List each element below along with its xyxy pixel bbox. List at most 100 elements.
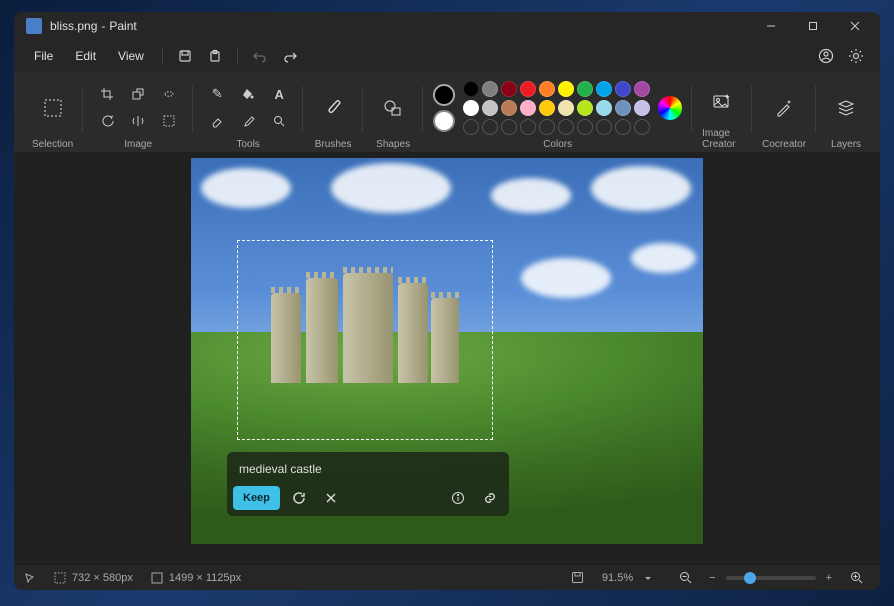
info-icon[interactable] (445, 486, 471, 510)
zoom-out-icon[interactable] (671, 566, 699, 590)
flip-icon[interactable] (124, 109, 152, 133)
colors-group: Colors (423, 78, 692, 150)
color-swatch[interactable] (482, 100, 498, 116)
image-size: 1499 × 1125px (151, 572, 241, 584)
paste-icon[interactable] (201, 42, 229, 70)
text-icon[interactable]: A (265, 82, 293, 106)
zoom-level: 91.5% (602, 572, 653, 584)
maximize-button[interactable] (792, 12, 834, 40)
canvas-area[interactable]: Keep (14, 152, 880, 564)
color-swatch[interactable] (463, 100, 479, 116)
colors-label: Colors (543, 139, 572, 150)
freeform-select-icon[interactable] (155, 82, 183, 106)
custom-color-slot[interactable] (615, 119, 631, 135)
secondary-color[interactable] (433, 110, 455, 132)
layers-label: Layers (831, 139, 861, 150)
shapes-button[interactable] (373, 88, 413, 128)
cocreator-panel: Keep (227, 452, 509, 516)
zoom-slider[interactable] (726, 576, 816, 580)
cocreator-group: Cocreator (752, 78, 816, 150)
custom-color-slot[interactable] (520, 119, 536, 135)
link-icon[interactable] (477, 486, 503, 510)
image-creator-group: Image Creator (692, 78, 752, 150)
custom-color-slot[interactable] (596, 119, 612, 135)
color-swatch[interactable] (482, 81, 498, 97)
regenerate-icon[interactable] (286, 486, 312, 510)
color-swatch[interactable] (539, 100, 555, 116)
keep-button[interactable]: Keep (233, 486, 280, 510)
custom-color-slot[interactable] (501, 119, 517, 135)
save-disk-icon[interactable] (571, 571, 584, 584)
custom-color-slot[interactable] (577, 119, 593, 135)
color-swatch[interactable] (596, 81, 612, 97)
brushes-label: Brushes (315, 139, 352, 150)
image-label: Image (124, 139, 152, 150)
eraser-icon[interactable] (203, 109, 231, 133)
color-swatch[interactable] (520, 81, 536, 97)
color-swatch[interactable] (615, 100, 631, 116)
custom-color-slot[interactable] (539, 119, 555, 135)
cocreator-button[interactable] (764, 88, 804, 128)
cocreator-label: Cocreator (762, 139, 806, 150)
castle-image (271, 273, 461, 393)
color-swatch[interactable] (558, 100, 574, 116)
select-tool[interactable] (33, 88, 73, 128)
color-swatch[interactable] (634, 81, 650, 97)
selection-size: 732 × 580px (54, 572, 133, 584)
image-creator-button[interactable] (702, 82, 742, 122)
cursor-position (24, 572, 36, 584)
settings-icon[interactable] (842, 42, 870, 70)
shapes-group: Shapes (363, 78, 423, 150)
zoom-in-icon[interactable] (842, 566, 870, 590)
rotate-icon[interactable] (93, 109, 121, 133)
menubar: File Edit View (14, 40, 880, 72)
tools-label: Tools (236, 139, 259, 150)
custom-color-slot[interactable] (558, 119, 574, 135)
custom-color-slot[interactable] (463, 119, 479, 135)
canvas[interactable]: Keep (191, 158, 703, 544)
undo-icon[interactable] (246, 42, 274, 70)
primary-color[interactable] (433, 84, 455, 106)
shapes-label: Shapes (376, 139, 410, 150)
color-swatch[interactable] (520, 100, 536, 116)
color-swatch[interactable] (615, 81, 631, 97)
custom-color-slot[interactable] (634, 119, 650, 135)
resize-icon[interactable] (124, 82, 152, 106)
selection-group: Selection (22, 78, 83, 150)
brushes-button[interactable] (313, 88, 353, 128)
layers-button[interactable] (826, 88, 866, 128)
color-swatch[interactable] (558, 81, 574, 97)
account-icon[interactable] (812, 42, 840, 70)
magnifier-icon[interactable] (265, 109, 293, 133)
crop-icon[interactable] (93, 82, 121, 106)
save-icon[interactable] (171, 42, 199, 70)
transparent-select-icon[interactable] (155, 109, 183, 133)
color-swatch[interactable] (463, 81, 479, 97)
color-swatch[interactable] (577, 100, 593, 116)
pencil-icon[interactable]: ✎ (203, 82, 231, 106)
redo-icon[interactable] (276, 42, 304, 70)
color-palette (463, 81, 650, 135)
edit-colors-button[interactable] (658, 96, 682, 120)
color-swatch[interactable] (634, 100, 650, 116)
fill-icon[interactable] (234, 82, 262, 106)
color-swatch[interactable] (539, 81, 555, 97)
ribbon: Selection Image ✎ A (14, 72, 880, 152)
color-picker-icon[interactable] (234, 109, 262, 133)
layers-group: Layers (816, 78, 876, 150)
view-menu[interactable]: View (108, 45, 154, 67)
brushes-group: Brushes (303, 78, 363, 150)
file-menu[interactable]: File (24, 45, 63, 67)
custom-color-slot[interactable] (482, 119, 498, 135)
prompt-input[interactable] (233, 458, 503, 480)
edit-menu[interactable]: Edit (65, 45, 106, 67)
cancel-icon[interactable] (318, 486, 344, 510)
app-name: Paint (109, 19, 136, 33)
color-swatch[interactable] (577, 81, 593, 97)
color-swatch[interactable] (501, 100, 517, 116)
minimize-button[interactable] (750, 12, 792, 40)
color-swatch[interactable] (596, 100, 612, 116)
color-swatch[interactable] (501, 81, 517, 97)
close-button[interactable] (834, 12, 876, 40)
paint-app-icon (26, 18, 42, 34)
